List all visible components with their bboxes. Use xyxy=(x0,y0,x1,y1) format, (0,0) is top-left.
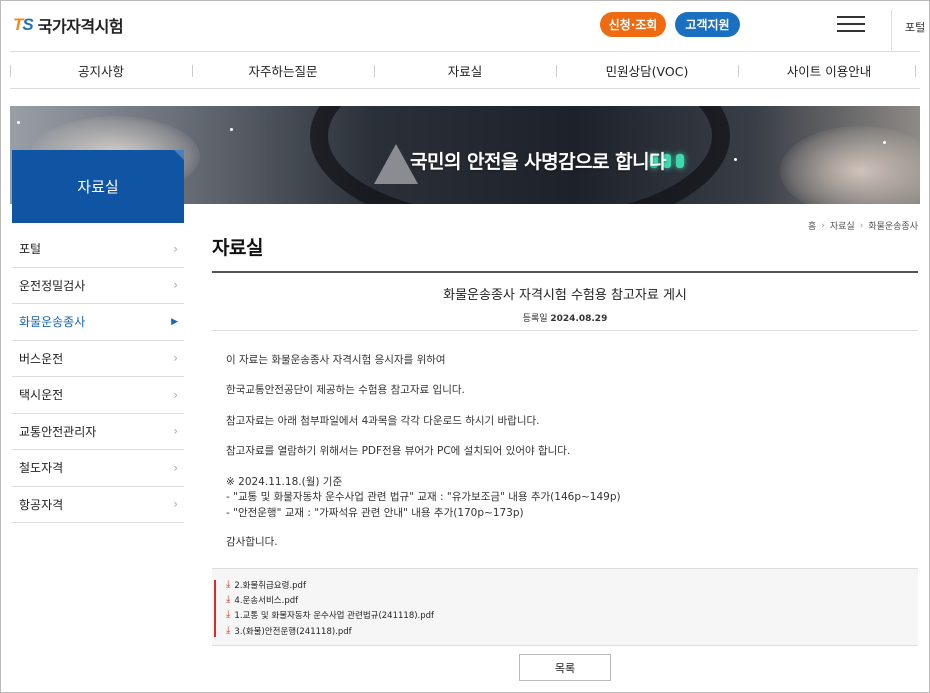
body-line: - "교통 및 화물자동차 운수사업 관련 법규" 교재 : "유가보조금" 내… xyxy=(226,491,621,503)
breadcrumb-current[interactable]: 화물운송종사 xyxy=(868,219,918,232)
body-line: 감사합니다. xyxy=(226,536,278,548)
nav-site-guide[interactable]: 사이트 이용안내 xyxy=(738,52,920,88)
header-divider xyxy=(891,10,892,50)
body-line: - "안전운행" 교재 : "가짜석유 관련 안내" 내용 추가(170p~17… xyxy=(226,507,524,519)
body-line: ※ 2024.11.18.(월) 기준 xyxy=(226,476,343,488)
attachment-link[interactable]: ⤓ 2.화물취급요령.pdf xyxy=(226,579,306,592)
breadcrumb-archive[interactable]: 자료실 xyxy=(830,219,855,232)
chevron-right-icon: › xyxy=(173,241,178,256)
meta-divider xyxy=(212,330,918,331)
post-date: 등록일 2024.08.29 xyxy=(522,314,608,324)
nav-archive[interactable]: 자료실 xyxy=(374,52,556,88)
chevron-right-icon: › xyxy=(173,424,178,439)
body-line: 이 자료는 화물운송종사 자격시험 응시자를 위하여 xyxy=(226,354,446,366)
download-icon: ⤓ xyxy=(226,609,231,620)
chevron-right-icon: › xyxy=(173,351,178,366)
attachment-link[interactable]: ⤓ 1.교통 및 화물자동차 운수사업 관련법규(241118).pdf xyxy=(226,609,434,622)
page-title: 자료실 xyxy=(212,237,263,259)
hamburger-menu-icon[interactable] xyxy=(837,16,865,32)
nav-faq[interactable]: 자주하는질문 xyxy=(192,52,374,88)
sidebar-item-safety-manager[interactable]: 교통안전관리자 › xyxy=(12,414,184,450)
chevron-right-icon: › xyxy=(173,278,178,293)
sidebar-item-portal[interactable]: 포털 › xyxy=(12,231,184,268)
attachment-link[interactable]: ⤓ 3.(화물)안전운행(241118).pdf xyxy=(226,625,352,638)
sidebar-item-aviation[interactable]: 항공자격 › xyxy=(12,487,184,523)
chevron-right-icon: › xyxy=(173,460,178,475)
title-divider xyxy=(212,271,918,273)
sidebar-item-bus[interactable]: 버스운전 › xyxy=(12,341,184,377)
chevron-right-icon: › xyxy=(821,220,825,231)
sidebar-item-railway[interactable]: 철도자격 › xyxy=(12,450,184,487)
banner-slogan: 국민의 안전을 사명감으로 합니다 xyxy=(410,151,667,173)
logo-mark: TS xyxy=(13,15,34,34)
breadcrumb: 홈 › 자료실 › 화물운송종사 xyxy=(808,219,918,233)
caret-right-icon: ▶ xyxy=(171,316,178,327)
body-line: 참고자료는 아래 첨부파일에서 4과목을 각각 다운로드 하시기 바랍니다. xyxy=(226,415,540,427)
chevron-right-icon: › xyxy=(173,497,178,512)
attachment-list: ⤓ 2.화물취급요령.pdf ⤓ 4.운송서비스.pdf ⤓ 1.교통 및 화물자동차… xyxy=(212,568,918,646)
chevron-right-icon: › xyxy=(173,387,178,402)
sidebar-title: 자료실 xyxy=(12,150,184,223)
body-line: 한국교통안전공단이 제공하는 수험용 참고자료 입니다. xyxy=(226,384,465,396)
sidebar-item-taxi[interactable]: 택시운전 › xyxy=(12,377,184,414)
site-logo[interactable]: TS 국가자격시험 xyxy=(13,13,124,37)
nav-notice[interactable]: 공지사항 xyxy=(10,52,192,88)
chevron-right-icon: › xyxy=(859,220,864,231)
attachment-accent-bar xyxy=(214,580,216,637)
apply-lookup-button[interactable]: 신청·조회 xyxy=(600,12,666,37)
nav-voc[interactable]: 민원상담(VOC) xyxy=(556,52,738,88)
logo-text: 국가자격시험 xyxy=(37,17,124,36)
main-nav: 공지사항 자주하는질문 자료실 민원상담(VOC) 사이트 이용안내 xyxy=(10,51,920,89)
customer-support-button[interactable]: 고객지원 xyxy=(675,12,740,37)
list-button[interactable]: 목록 xyxy=(519,654,611,681)
download-icon: ⤓ xyxy=(226,625,231,636)
attachment-link[interactable]: ⤓ 4.운송서비스.pdf xyxy=(226,594,298,607)
portal-link-cut[interactable]: 포털 xyxy=(905,19,929,35)
sidebar-menu: 포털 › 운전정밀검사 › 화물운송종사 ▶ 버스운전 › 택시운전 › 교통안전관리자 ›… xyxy=(12,231,184,523)
breadcrumb-home[interactable]: 홈 xyxy=(808,219,816,232)
download-icon: ⤓ xyxy=(226,594,231,605)
download-icon: ⤓ xyxy=(226,579,231,590)
sidebar-item-freight[interactable]: 화물운송종사 ▶ xyxy=(12,304,184,341)
body-line: 참고자료를 열람하기 위해서는 PDF전용 뷰어가 PC에 설치되어 있어야 합… xyxy=(226,445,571,457)
post-title: 화물운송종사 자격시험 수험용 참고자료 게시 xyxy=(443,288,687,303)
sidebar-item-driving-test[interactable]: 운전정밀검사 › xyxy=(12,268,184,304)
